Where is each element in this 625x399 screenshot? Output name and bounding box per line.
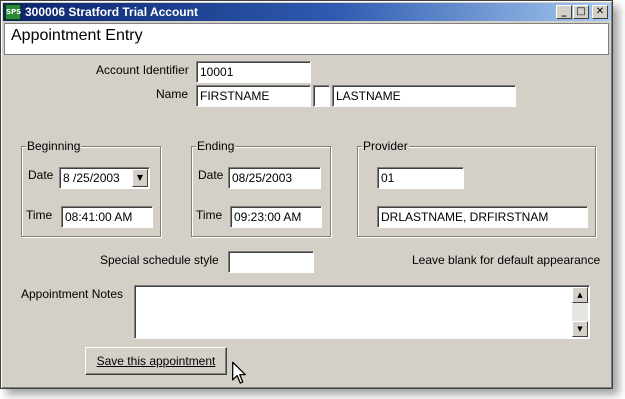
appointment-notes-label: Appointment Notes — [21, 287, 124, 301]
window-title: 300006 Stratford Trial Account — [25, 5, 198, 19]
ending-date-label: Date — [198, 168, 224, 182]
beginning-time-input[interactable]: 08:41:00 AM — [61, 206, 153, 228]
appointment-notes-textarea[interactable]: ▲ ▼ — [134, 285, 590, 339]
schedule-style-input[interactable] — [228, 251, 314, 273]
beginning-date-select[interactable]: 8 /25/2003 ▼ — [59, 167, 150, 189]
beginning-legend: Beginning — [26, 139, 82, 153]
ending-date-input[interactable]: 08/25/2003 — [228, 167, 321, 189]
scroll-down-icon[interactable]: ▼ — [572, 321, 588, 337]
save-appointment-button[interactable]: Save this appointment — [85, 347, 227, 375]
ending-legend: Ending — [196, 139, 236, 153]
appointment-window: SPS 300006 Stratford Trial Account _ □ ✕… — [0, 0, 613, 389]
app-icon: SPS — [5, 4, 21, 20]
first-name-input[interactable]: FIRSTNAME — [196, 85, 311, 107]
ending-time-label: Time — [196, 208, 223, 222]
mouse-cursor-icon — [232, 361, 246, 384]
schedule-style-hint: Leave blank for default appearance — [412, 253, 601, 267]
beginning-time-label: Time — [26, 208, 53, 222]
account-identifier-input[interactable]: 10001 — [196, 61, 311, 83]
title-bar[interactable]: SPS 300006 Stratford Trial Account _ □ ✕ — [3, 3, 610, 21]
provider-name-input[interactable]: DRLASTNAME, DRFIRSTNAM — [377, 206, 588, 228]
schedule-style-label: Special schedule style — [100, 253, 219, 267]
notes-scrollbar[interactable]: ▲ ▼ — [572, 287, 588, 337]
name-label: Name — [156, 87, 189, 101]
ending-time-input[interactable]: 09:23:00 AM — [230, 206, 322, 228]
provider-legend: Provider — [362, 139, 409, 153]
close-button[interactable]: ✕ — [592, 5, 608, 19]
maximize-button[interactable]: □ — [573, 5, 589, 19]
beginning-date-value: 8 /25/2003 — [63, 171, 120, 185]
last-name-input[interactable]: LASTNAME — [332, 85, 516, 107]
account-identifier-label: Account Identifier — [96, 63, 189, 77]
provider-code-input[interactable]: 01 — [377, 167, 464, 189]
beginning-date-label: Date — [28, 168, 54, 182]
page-title: Appointment Entry — [11, 27, 143, 44]
scroll-up-icon[interactable]: ▲ — [572, 287, 588, 303]
header-panel: Appointment Entry — [4, 23, 609, 55]
save-appointment-label: Save this appointment — [96, 354, 216, 368]
chevron-down-icon[interactable]: ▼ — [132, 169, 148, 187]
middle-initial-input[interactable] — [313, 85, 330, 107]
minimize-button[interactable]: _ — [556, 5, 572, 19]
